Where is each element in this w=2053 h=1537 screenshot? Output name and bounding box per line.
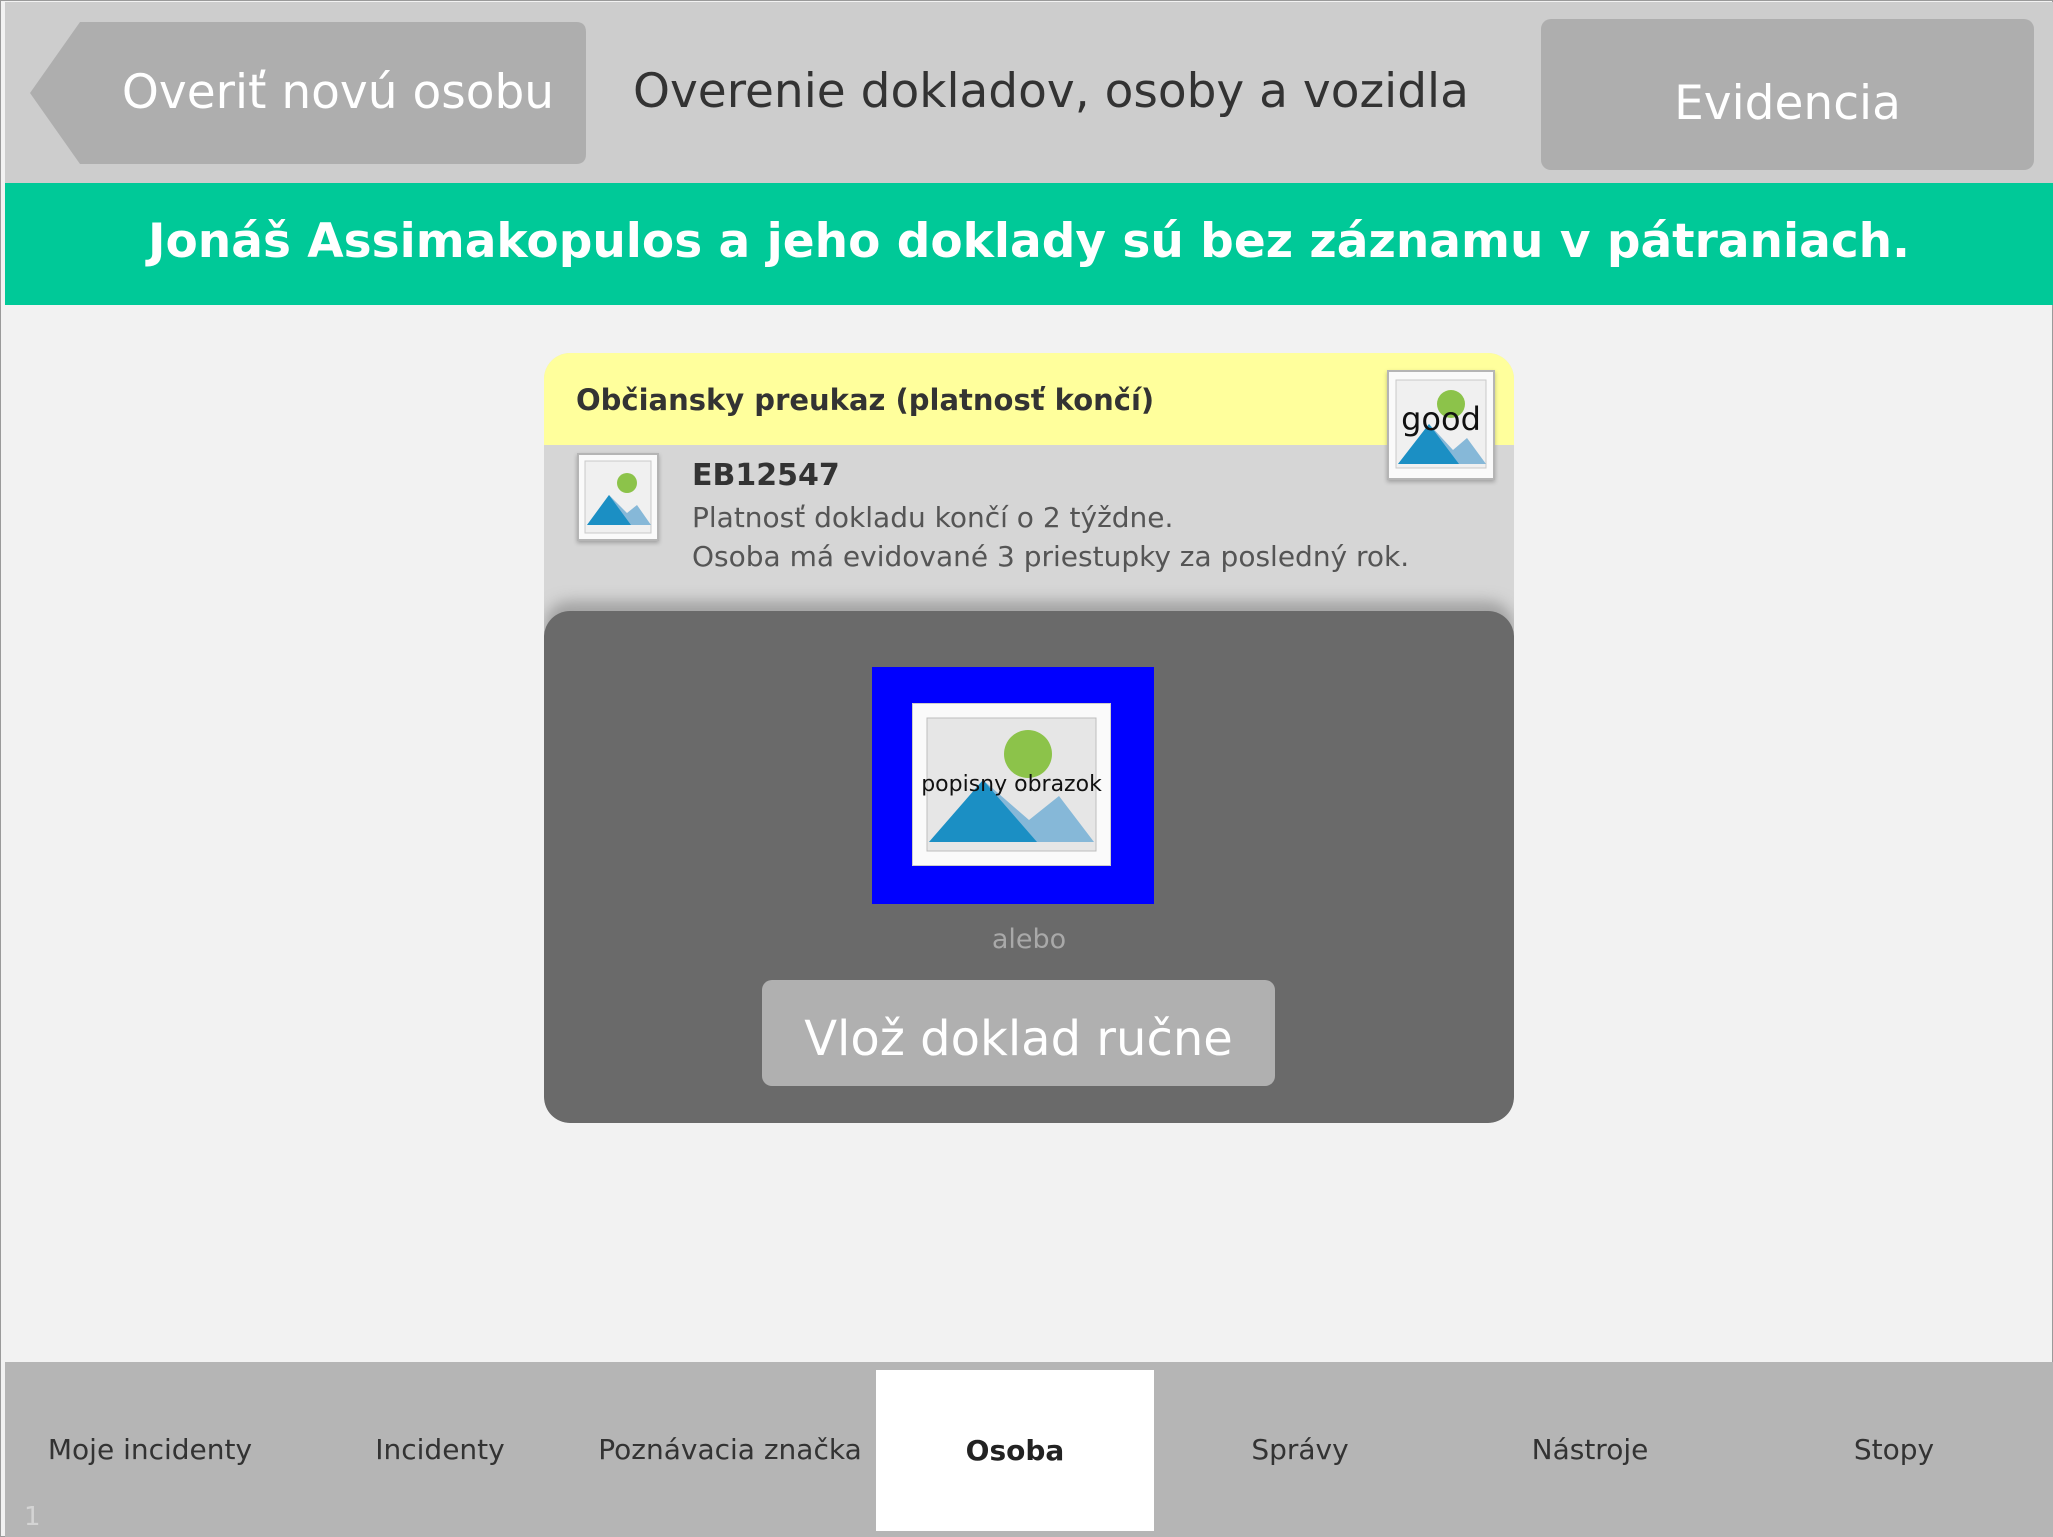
scan-image-label: popisny obrazok — [921, 772, 1102, 797]
tab-incidenty[interactable]: Incidenty — [295, 1362, 585, 1537]
or-separator: alebo — [991, 924, 1067, 955]
card-title: Občiansky preukaz (platnosť končí) — [576, 383, 1155, 417]
scan-document-target[interactable]: popisny obrazok — [872, 667, 1154, 904]
tab-poznavacia-znacka[interactable]: Poznávacia značka — [585, 1362, 875, 1537]
manual-entry-button[interactable]: Vlož doklad ručne — [762, 980, 1275, 1086]
verify-new-person-label: Overiť novú osobu — [121, 65, 555, 120]
offences-text: Osoba má evidované 3 priestupky za posle… — [692, 540, 1410, 573]
tab-osoba[interactable]: Osoba — [876, 1370, 1154, 1531]
document-number: EB12547 — [692, 458, 840, 493]
verify-new-person-button[interactable]: Overiť novú osobu — [30, 22, 586, 164]
slide-number: 1 — [24, 1502, 41, 1532]
tab-nastroje[interactable]: Nástroje — [1445, 1362, 1735, 1537]
status-good-label: good — [1401, 400, 1481, 438]
evidencia-button[interactable]: Evidencia — [1541, 19, 2034, 170]
status-good-icon: good — [1387, 370, 1495, 480]
scan-area: popisny obrazok alebo Vlož doklad ručne — [544, 611, 1514, 1123]
document-photo-icon — [577, 453, 659, 541]
tab-stopy[interactable]: Stopy — [1735, 1362, 2053, 1537]
card-header: Občiansky preukaz (platnosť končí) — [544, 353, 1514, 445]
validity-text: Platnosť dokladu končí o 2 týždne. — [692, 501, 1174, 534]
tab-moje-incidenty[interactable]: Moje incidenty — [5, 1362, 295, 1537]
scan-preview-image: popisny obrazok — [912, 703, 1111, 866]
tab-spravy[interactable]: Správy — [1155, 1362, 1445, 1537]
top-header: Overiť novú osobu Overenie dokladov, oso… — [5, 2, 2053, 183]
bottom-tab-bar: Moje incidenty Incidenty Poznávacia znač… — [5, 1362, 2053, 1537]
page-title: Overenie dokladov, osoby a vozidla — [633, 64, 1469, 119]
id-card-panel: Občiansky preukaz (platnosť končí) EB125… — [544, 353, 1514, 1123]
status-banner: Jonáš Assimakopulos a jeho doklady sú be… — [5, 183, 2053, 305]
